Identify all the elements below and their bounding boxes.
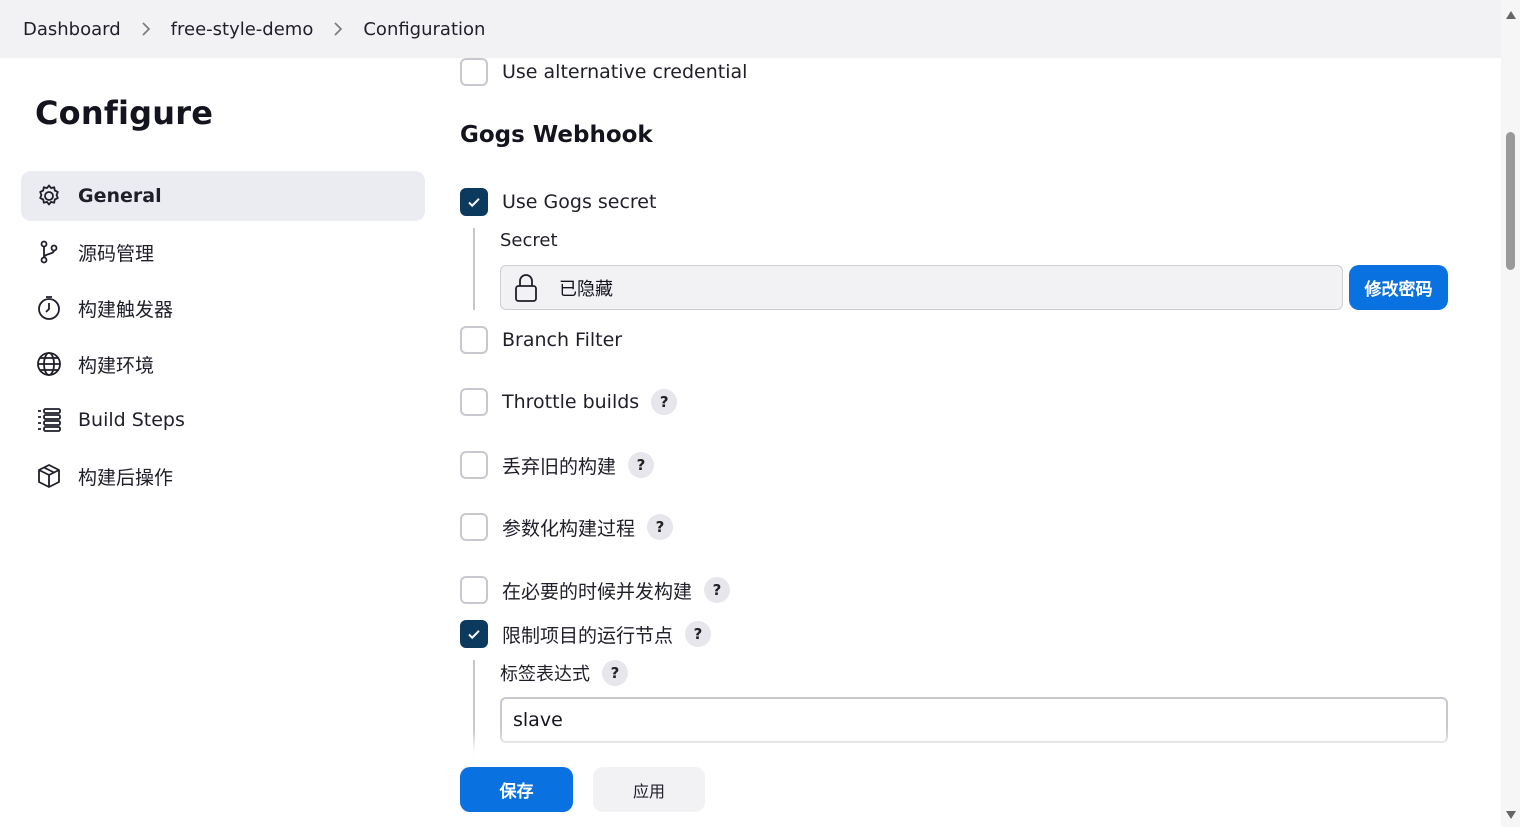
restrict-node-checkbox[interactable] [460, 620, 488, 648]
sidebar-item-post-build[interactable]: 构建后操作 [21, 451, 425, 501]
gear-icon [36, 183, 62, 209]
use-gogs-secret-label: Use Gogs secret [502, 191, 657, 213]
discard-old-builds-row: 丢弃旧的构建 ? [460, 451, 655, 479]
branch-filter-label: Branch Filter [502, 329, 623, 351]
sidebar-item-general[interactable]: General [21, 171, 425, 221]
throttle-builds-checkbox[interactable] [460, 388, 488, 416]
branch-filter-row: Branch Filter [460, 326, 622, 354]
restrict-node-row: 限制项目的运行节点 ? [460, 620, 712, 648]
change-password-button[interactable]: 修改密码 [1349, 265, 1448, 310]
concurrent-builds-label: 在必要的时候并发构建 [502, 580, 693, 603]
vertical-scrollbar[interactable] [1501, 0, 1520, 827]
parameterized-label: 参数化构建过程 [502, 517, 636, 540]
lock-icon [515, 273, 537, 302]
use-gogs-secret-row: Use Gogs secret [460, 188, 656, 216]
breadcrumb-dashboard[interactable]: Dashboard [23, 19, 121, 40]
sidebar-item-label: 构建触发器 [78, 298, 174, 321]
label-expression-label: 标签表达式 [500, 664, 590, 685]
list-icon [36, 407, 62, 433]
secret-value: 已隐藏 [559, 278, 613, 300]
breadcrumb: Dashboard free-style-demo Configuration [0, 0, 1501, 58]
save-button[interactable]: 保存 [460, 767, 573, 812]
apply-button[interactable]: 应用 [593, 767, 705, 812]
alt-credential-checkbox[interactable] [460, 58, 488, 86]
clock-icon [36, 295, 62, 321]
throttle-builds-row: Throttle builds ? [460, 388, 678, 416]
chevron-right-icon [141, 22, 151, 36]
concurrent-builds-checkbox[interactable] [460, 576, 488, 604]
parameterized-row: 参数化构建过程 ? [460, 513, 674, 541]
help-icon[interactable]: ? [651, 389, 678, 415]
parameterized-checkbox[interactable] [460, 513, 488, 541]
breadcrumb-job[interactable]: free-style-demo [171, 19, 314, 40]
sidebar-item-triggers[interactable]: 构建触发器 [21, 283, 425, 333]
checkmark-icon [468, 630, 480, 640]
nested-divider [473, 228, 475, 310]
alt-credential-row: Use alternative credential [460, 58, 747, 86]
use-gogs-secret-checkbox[interactable] [460, 188, 488, 216]
label-expression-input[interactable] [500, 697, 1448, 743]
concurrent-builds-row: 在必要的时候并发构建 ? [460, 576, 731, 604]
restrict-node-label: 限制项目的运行节点 [502, 624, 674, 647]
label-expression-row: 标签表达式 ? [500, 660, 628, 686]
sidebar-nav: General 源码管理 构建触发器 构建环境 Build Steps 构建后操… [21, 171, 425, 507]
sidebar-item-environment[interactable]: 构建环境 [21, 339, 425, 389]
page-title: Configure [35, 94, 214, 132]
action-bar: 保存 应用 [430, 748, 1480, 827]
sidebar-item-scm[interactable]: 源码管理 [21, 227, 425, 277]
chevron-right-icon [333, 22, 343, 36]
globe-icon [36, 351, 62, 377]
help-icon[interactable]: ? [704, 577, 731, 603]
sidebar-item-label: General [78, 185, 162, 207]
gogs-webhook-heading: Gogs Webhook [460, 122, 653, 148]
help-icon[interactable]: ? [685, 621, 712, 647]
sidebar-item-label: 源码管理 [78, 242, 155, 265]
help-icon[interactable]: ? [647, 514, 674, 540]
package-icon [36, 463, 62, 489]
scroll-thumb[interactable] [1506, 132, 1515, 270]
alt-credential-label: Use alternative credential [502, 61, 748, 83]
checkmark-icon [468, 198, 480, 208]
secret-label: Secret [500, 230, 558, 251]
discard-old-builds-label: 丢弃旧的构建 [502, 455, 617, 478]
nested-divider [473, 660, 475, 760]
branch-filter-checkbox[interactable] [460, 326, 488, 354]
throttle-builds-label: Throttle builds [502, 391, 640, 413]
sidebar-item-build-steps[interactable]: Build Steps [21, 395, 425, 445]
help-icon[interactable]: ? [628, 452, 655, 478]
sidebar-item-label: Build Steps [78, 409, 185, 431]
discard-old-builds-checkbox[interactable] [460, 451, 488, 479]
scroll-down-arrow[interactable] [1506, 811, 1516, 819]
scroll-up-arrow[interactable] [1506, 11, 1516, 19]
secret-field: 已隐藏 [500, 265, 1343, 310]
breadcrumb-configuration[interactable]: Configuration [363, 19, 485, 40]
branch-icon [36, 239, 62, 265]
sidebar-item-label: 构建后操作 [78, 466, 174, 489]
sidebar-item-label: 构建环境 [78, 354, 155, 377]
help-icon[interactable]: ? [602, 660, 628, 686]
